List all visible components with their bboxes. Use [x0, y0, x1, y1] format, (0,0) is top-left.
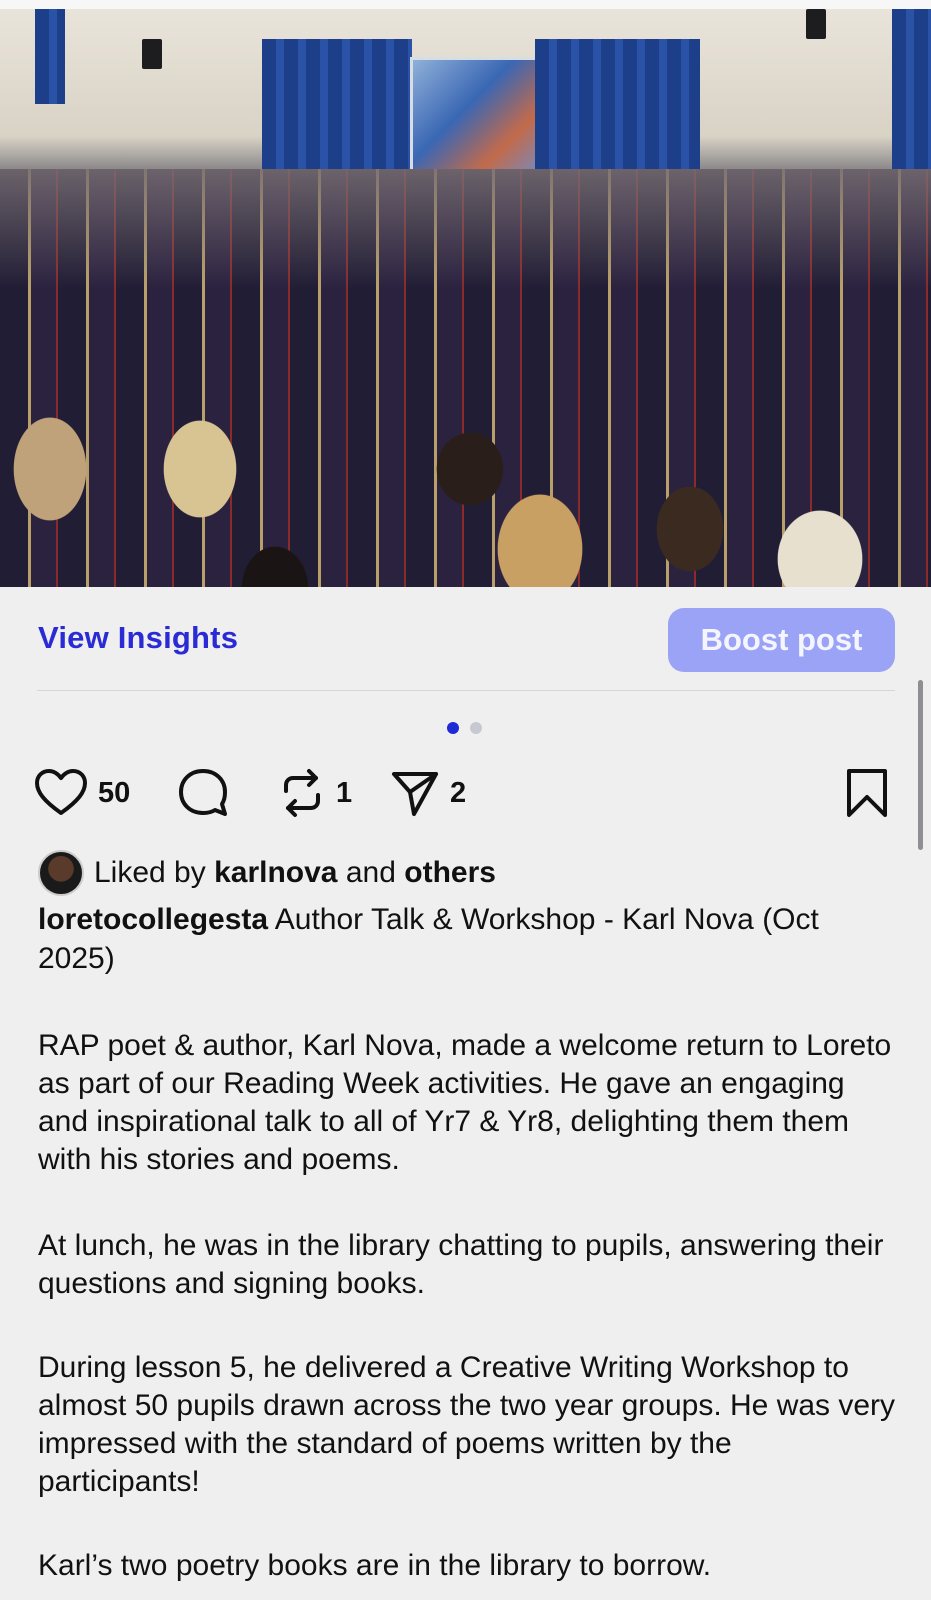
comment-icon [179, 769, 227, 816]
liked-by-and: and [345, 856, 396, 889]
heart-icon [35, 769, 87, 815]
top-strip [0, 0, 931, 9]
boost-post-button[interactable]: Boost post [668, 608, 895, 672]
share-icon [392, 772, 438, 816]
speaker-left [142, 39, 162, 69]
carousel-dot-inactive[interactable] [470, 722, 482, 734]
view-insights-link[interactable]: View Insights [38, 620, 238, 656]
liked-by-user[interactable]: karlnova [214, 856, 337, 890]
liked-by-row: Liked by karlnova and others [38, 850, 496, 896]
post-photo[interactable] [0, 9, 931, 587]
repost-icon [284, 769, 320, 817]
caption-paragraph-2: At lunch, he was in the library chatting… [38, 1229, 884, 1300]
save-button[interactable] [845, 765, 889, 821]
curtain-left-side [35, 9, 65, 104]
scrollbar[interactable] [918, 680, 923, 850]
share-button[interactable]: 2 [390, 765, 466, 821]
speaker-right [806, 9, 826, 39]
repost-button[interactable]: 1 [278, 765, 352, 821]
caption-paragraph-1: RAP poet & author, Karl Nova, made a wel… [38, 1029, 892, 1176]
avatar[interactable] [38, 850, 84, 896]
liked-by-prefix: Liked by [94, 856, 206, 889]
repost-count: 1 [336, 776, 353, 809]
divider [37, 690, 895, 691]
author-username[interactable]: loretocollegesta [38, 903, 268, 936]
caption-paragraph-4: Karl’s two poetry books are in the libra… [38, 1549, 712, 1582]
comment-button[interactable] [177, 765, 229, 821]
caption: loretocollegesta Author Talk & Workshop … [38, 900, 898, 978]
liked-by-others[interactable]: others [404, 856, 496, 890]
crowd-fade [0, 169, 931, 289]
like-count: 50 [98, 776, 131, 809]
carousel-dot-active[interactable] [447, 722, 459, 734]
share-count: 2 [450, 776, 467, 809]
like-button[interactable]: 50 [34, 765, 130, 821]
bookmark-icon [847, 769, 887, 817]
caption-paragraph-3: During lesson 5, he delivered a Creative… [38, 1351, 896, 1498]
